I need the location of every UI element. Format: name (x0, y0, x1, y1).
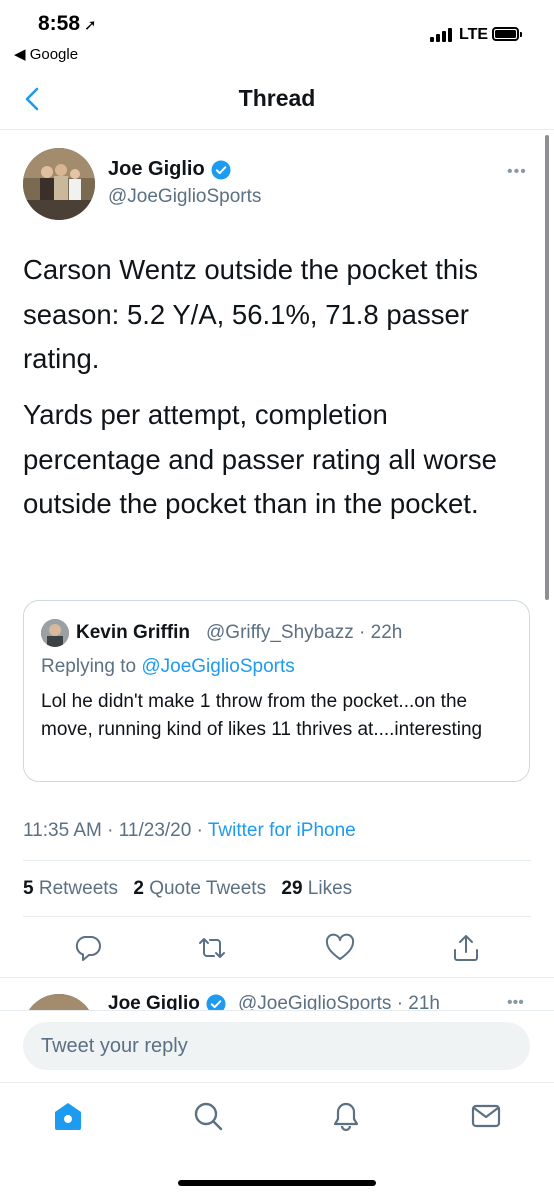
tweet-text-paragraph: Yards per attempt, completion percentage… (23, 399, 497, 519)
scrollbar[interactable] (545, 135, 549, 600)
mail-icon[interactable] (470, 1100, 502, 1132)
home-icon[interactable] (52, 1100, 84, 1132)
quoted-replying-to: Replying to @JoeGiglioSports (41, 656, 295, 677)
reply-icon[interactable] (72, 932, 104, 964)
avatar[interactable] (23, 148, 95, 220)
retweet-icon[interactable] (196, 932, 228, 964)
network-type: LTE (459, 26, 489, 43)
composer-divider (0, 1010, 554, 1011)
reply-input[interactable]: Tweet your reply (23, 1022, 530, 1070)
back-to-app-link[interactable]: ◀ Google (14, 45, 78, 63)
search-icon[interactable] (192, 1100, 224, 1132)
battery-icon (492, 27, 522, 41)
home-indicator[interactable] (178, 1180, 376, 1186)
retweets-stat[interactable]: 5 Retweets (23, 878, 118, 899)
tabbar-divider (0, 1082, 554, 1083)
quoted-tweet-text: Lol he didn't make 1 throw from the pock… (41, 691, 483, 740)
quoted-handle-time: @Griffy_Shybazz · 22h (206, 622, 403, 643)
quoted-author-name: Kevin Griffin (76, 622, 191, 643)
status-time: 8:58 ➚ (38, 12, 97, 35)
share-icon[interactable] (450, 932, 482, 964)
heart-icon[interactable] (324, 932, 356, 964)
thread-divider (0, 977, 554, 978)
author-name[interactable]: Joe Giglio (108, 158, 231, 181)
more-icon[interactable]: ••• (507, 163, 527, 181)
page-title: Thread (238, 85, 316, 111)
bell-icon[interactable] (330, 1100, 362, 1132)
nav-divider (0, 129, 554, 130)
signal-icon (430, 28, 452, 42)
tweet-timestamp: 11:35 AM · 11/23/20 · Twitter for iPhone (23, 820, 356, 841)
tweet-source-link[interactable]: Twitter for iPhone (208, 820, 356, 841)
location-arrow-icon: ➚ (84, 17, 97, 34)
verified-badge-icon (211, 160, 231, 179)
meta-divider (23, 860, 531, 861)
tweet-text-paragraph: Carson Wentz outside the pocket this sea… (23, 254, 479, 374)
likes-stat[interactable]: 29 Likes (281, 878, 352, 899)
quote-tweets-stat[interactable]: 2 Quote Tweets (133, 878, 266, 899)
stats-divider (23, 916, 531, 917)
replying-to-handle[interactable]: @JoeGiglioSports (141, 656, 294, 677)
quoted-avatar (41, 619, 69, 647)
engagement-stats: 5 Retweets 2 Quote Tweets 29 Likes (23, 878, 352, 900)
author-handle[interactable]: @JoeGiglioSports (108, 186, 261, 208)
